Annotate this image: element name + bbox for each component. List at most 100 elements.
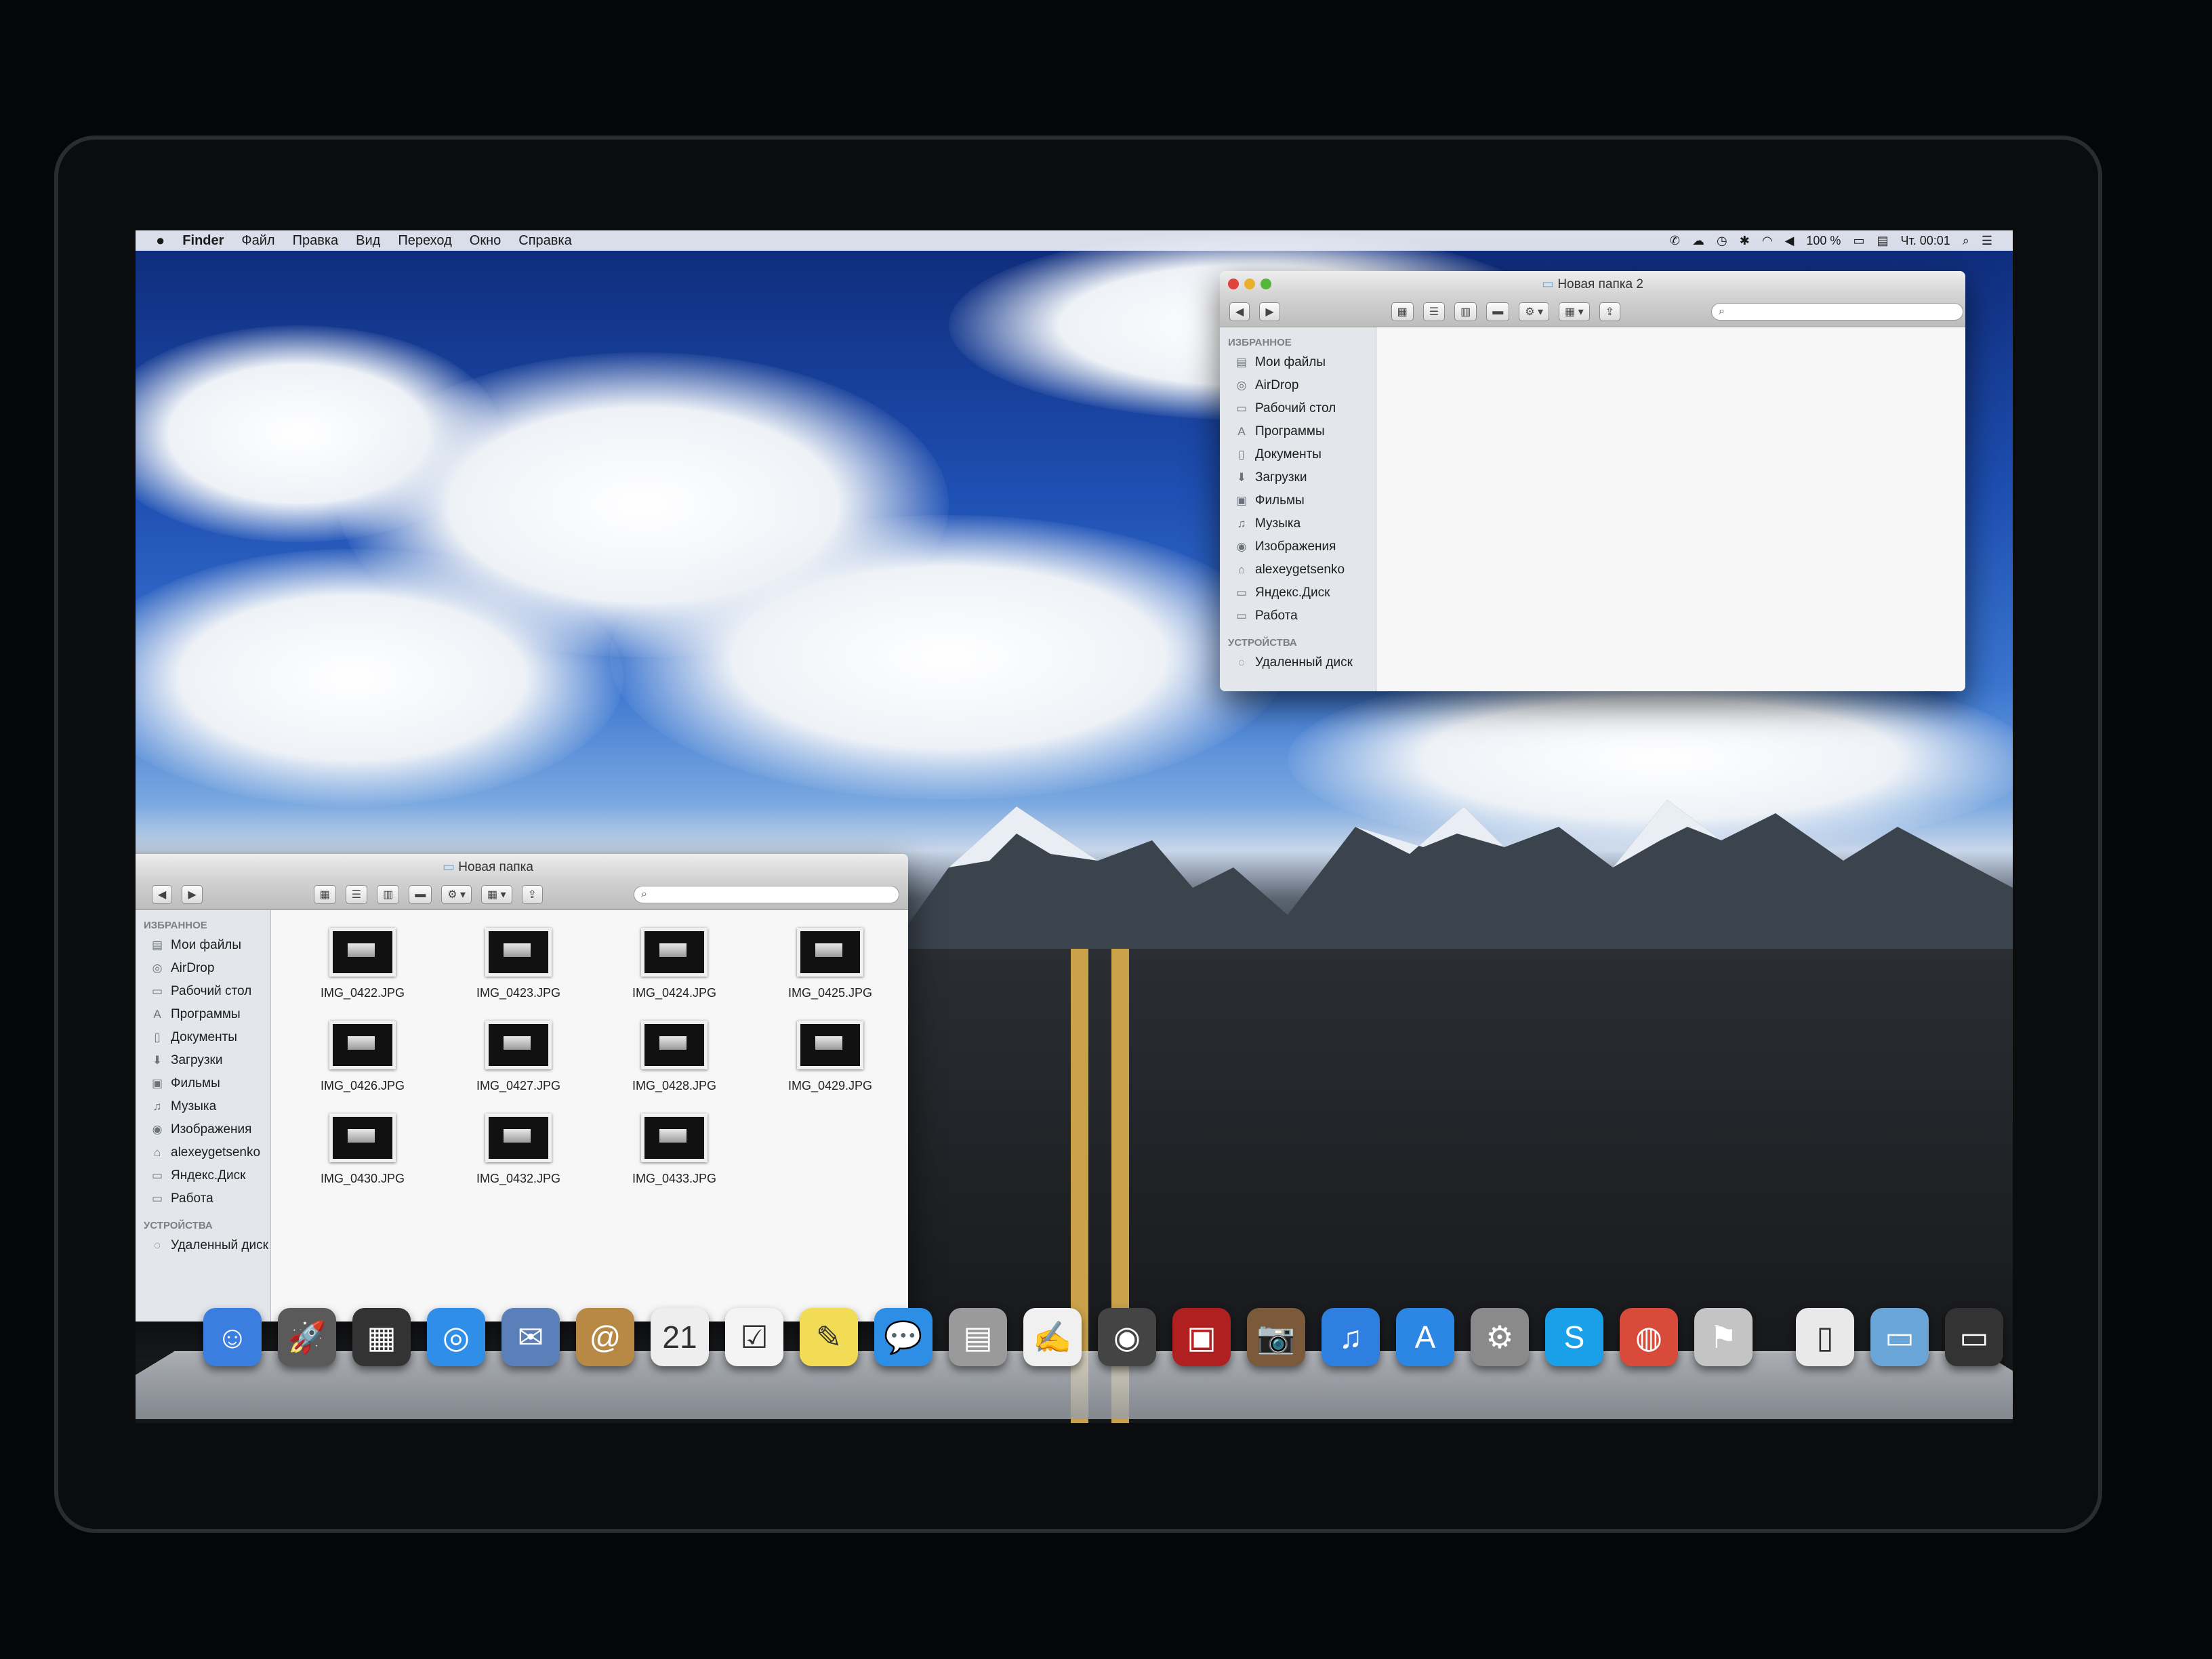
skype-status-icon[interactable]: ✆ bbox=[1670, 234, 1680, 248]
search-input[interactable]: ⌕ bbox=[1711, 303, 1964, 321]
menu-window[interactable]: Окно bbox=[470, 233, 501, 249]
clock[interactable]: Чт. 00:01 bbox=[1900, 234, 1950, 248]
sidebar-item[interactable]: ⬇ Загрузки bbox=[136, 1049, 270, 1072]
file-item[interactable]: IMG_0430.JPG bbox=[285, 1113, 441, 1186]
file-item[interactable]: IMG_0428.JPG bbox=[596, 1021, 752, 1093]
search-input[interactable]: ⌕ bbox=[634, 886, 900, 903]
sidebar-item[interactable]: ▭ Яндекс.Диск bbox=[136, 1164, 270, 1187]
forward-button[interactable]: ▶ bbox=[1259, 302, 1280, 321]
arrange-button[interactable]: ▦ ▾ bbox=[1559, 302, 1590, 321]
chrome-icon[interactable]: ◍ bbox=[1620, 1308, 1678, 1366]
file-item[interactable]: IMG_0429.JPG bbox=[752, 1021, 908, 1093]
bluetooth-icon[interactable]: ✱ bbox=[1740, 234, 1750, 248]
sidebar-item[interactable]: ⬇ Загрузки bbox=[1220, 466, 1376, 489]
sidebar-item[interactable]: ◉ Изображения bbox=[136, 1118, 270, 1141]
sidebar-item[interactable]: ⌂ alexeygetsenko bbox=[136, 1141, 270, 1164]
sidebar-item[interactable]: ▯ Документы bbox=[136, 1026, 270, 1049]
sidebar-item[interactable]: ◌ Удаленный диск bbox=[1220, 651, 1376, 674]
action-gear-button[interactable]: ⚙ ▾ bbox=[1519, 302, 1550, 321]
view-icons-button[interactable]: ▦ bbox=[313, 885, 336, 904]
sidebar-item[interactable]: ⌂ alexeygetsenko bbox=[1220, 558, 1376, 581]
sidebar-item[interactable]: A Программы bbox=[1220, 420, 1376, 443]
messages-icon[interactable]: 💬 bbox=[874, 1308, 933, 1366]
menu-finder[interactable]: Finder bbox=[182, 233, 224, 249]
file-item[interactable]: IMG_0432.JPG bbox=[441, 1113, 596, 1186]
sidebar-item[interactable]: ♫ Музыка bbox=[136, 1095, 270, 1118]
iphoto-icon[interactable]: 📷 bbox=[1247, 1308, 1305, 1366]
folder-stack-icon[interactable]: ▭ bbox=[1870, 1308, 1929, 1366]
view-icons-button[interactable]: ▦ bbox=[1391, 302, 1414, 321]
view-list-button[interactable]: ☰ bbox=[1422, 302, 1446, 321]
textedit-icon[interactable]: ✍ bbox=[1023, 1308, 1082, 1366]
sidebar-item[interactable]: ▭ Рабочий стол bbox=[1220, 397, 1376, 420]
safari-icon[interactable]: ◎ bbox=[427, 1308, 485, 1366]
calculator-icon[interactable]: ▤ bbox=[949, 1308, 1007, 1366]
sidebar-item[interactable]: ▣ Фильмы bbox=[136, 1072, 270, 1095]
yandex-disk-status-icon[interactable]: ☁ bbox=[1692, 234, 1704, 248]
view-list-button[interactable]: ☰ bbox=[345, 885, 368, 904]
launchpad-icon[interactable]: 🚀 bbox=[278, 1308, 336, 1366]
facetime-icon[interactable]: ◉ bbox=[1098, 1308, 1156, 1366]
mail-icon[interactable]: ✉ bbox=[501, 1308, 560, 1366]
back-button[interactable]: ◀ bbox=[152, 885, 173, 904]
file-item[interactable]: IMG_0424.JPG bbox=[596, 928, 752, 1000]
photo-booth-icon[interactable]: ▣ bbox=[1172, 1308, 1231, 1366]
menu-help[interactable]: Справка bbox=[518, 233, 571, 249]
mission-control-icon[interactable]: ▦ bbox=[352, 1308, 411, 1366]
menu-view[interactable]: Вид bbox=[356, 233, 380, 249]
sidebar-item[interactable]: ◎ AirDrop bbox=[1220, 374, 1376, 397]
menu-file[interactable]: Файл bbox=[241, 233, 274, 249]
sidebar-item[interactable]: ▭ Яндекс.Диск bbox=[1220, 581, 1376, 605]
automator-icon[interactable]: ⚑ bbox=[1694, 1308, 1753, 1366]
notes-icon[interactable]: ✎ bbox=[800, 1308, 858, 1366]
menu-go[interactable]: Переход bbox=[398, 233, 451, 249]
view-columns-button[interactable]: ▥ bbox=[1454, 302, 1477, 321]
file-item[interactable]: IMG_0425.JPG bbox=[752, 928, 908, 1000]
file-item[interactable]: IMG_0427.JPG bbox=[441, 1021, 596, 1093]
window-titlebar[interactable]: ▭ Новая папка 2 bbox=[1220, 271, 1965, 297]
sidebar-item[interactable]: ▭ Рабочий стол bbox=[136, 980, 270, 1003]
wifi-icon[interactable]: ◠ bbox=[1762, 234, 1773, 248]
sidebar-item[interactable]: ▭ Работа bbox=[136, 1187, 270, 1210]
view-columns-button[interactable]: ▥ bbox=[377, 885, 400, 904]
share-button[interactable]: ⇪ bbox=[521, 885, 544, 904]
app-store-icon[interactable]: A bbox=[1396, 1308, 1454, 1366]
input-source-flag-icon[interactable]: ▤ bbox=[1877, 234, 1888, 248]
sidebar-item[interactable]: ▯ Документы bbox=[1220, 443, 1376, 466]
sidebar-item[interactable]: ▣ Фильмы bbox=[1220, 489, 1376, 512]
system-preferences-icon[interactable]: ⚙ bbox=[1471, 1308, 1529, 1366]
itunes-icon[interactable]: ♫ bbox=[1322, 1308, 1380, 1366]
arrange-button[interactable]: ▦ ▾ bbox=[481, 885, 512, 904]
calendar-icon[interactable]: 21 bbox=[651, 1308, 709, 1366]
back-button[interactable]: ◀ bbox=[1229, 302, 1250, 321]
skype-icon[interactable]: S bbox=[1545, 1308, 1603, 1366]
contacts-icon[interactable]: @ bbox=[576, 1308, 634, 1366]
screenshot-stack-icon[interactable]: ▭ bbox=[1945, 1308, 2003, 1366]
sidebar-item[interactable]: ◎ AirDrop bbox=[136, 957, 270, 980]
file-item[interactable]: IMG_0433.JPG bbox=[596, 1113, 752, 1186]
forward-button[interactable]: ▶ bbox=[182, 885, 203, 904]
file-item[interactable]: IMG_0423.JPG bbox=[441, 928, 596, 1000]
finder-icon[interactable]: ☺ bbox=[203, 1308, 262, 1366]
sidebar-item[interactable]: ◉ Изображения bbox=[1220, 535, 1376, 558]
reminders-icon[interactable]: ☑ bbox=[725, 1308, 783, 1366]
apple-menu-icon[interactable]: ● bbox=[156, 232, 165, 249]
sidebar-item[interactable]: ▤ Мои файлы bbox=[136, 934, 270, 957]
sidebar-item[interactable]: ▤ Мои файлы bbox=[1220, 351, 1376, 374]
notification-center-icon[interactable]: ☰ bbox=[1982, 234, 1992, 248]
file-item[interactable]: IMG_0422.JPG bbox=[285, 928, 441, 1000]
sidebar-item[interactable]: A Программы bbox=[136, 1003, 270, 1026]
view-coverflow-button[interactable]: ▬ bbox=[1486, 302, 1510, 321]
volume-icon[interactable]: ◀ bbox=[1785, 234, 1795, 248]
document-icon[interactable]: ▯ bbox=[1796, 1308, 1854, 1366]
action-gear-button[interactable]: ⚙ ▾ bbox=[441, 885, 472, 904]
file-item[interactable]: IMG_0426.JPG bbox=[285, 1021, 441, 1093]
battery-percent[interactable]: 100 % bbox=[1806, 234, 1841, 248]
window-titlebar[interactable]: ▭ Новая папка bbox=[136, 854, 908, 880]
menu-edit[interactable]: Правка bbox=[293, 233, 339, 249]
sidebar-item[interactable]: ♫ Музыка bbox=[1220, 512, 1376, 535]
sidebar-item[interactable]: ▭ Работа bbox=[1220, 605, 1376, 628]
sidebar-item[interactable]: ◌ Удаленный диск bbox=[136, 1234, 270, 1257]
view-coverflow-button[interactable]: ▬ bbox=[409, 885, 432, 904]
share-button[interactable]: ⇪ bbox=[1599, 302, 1621, 321]
